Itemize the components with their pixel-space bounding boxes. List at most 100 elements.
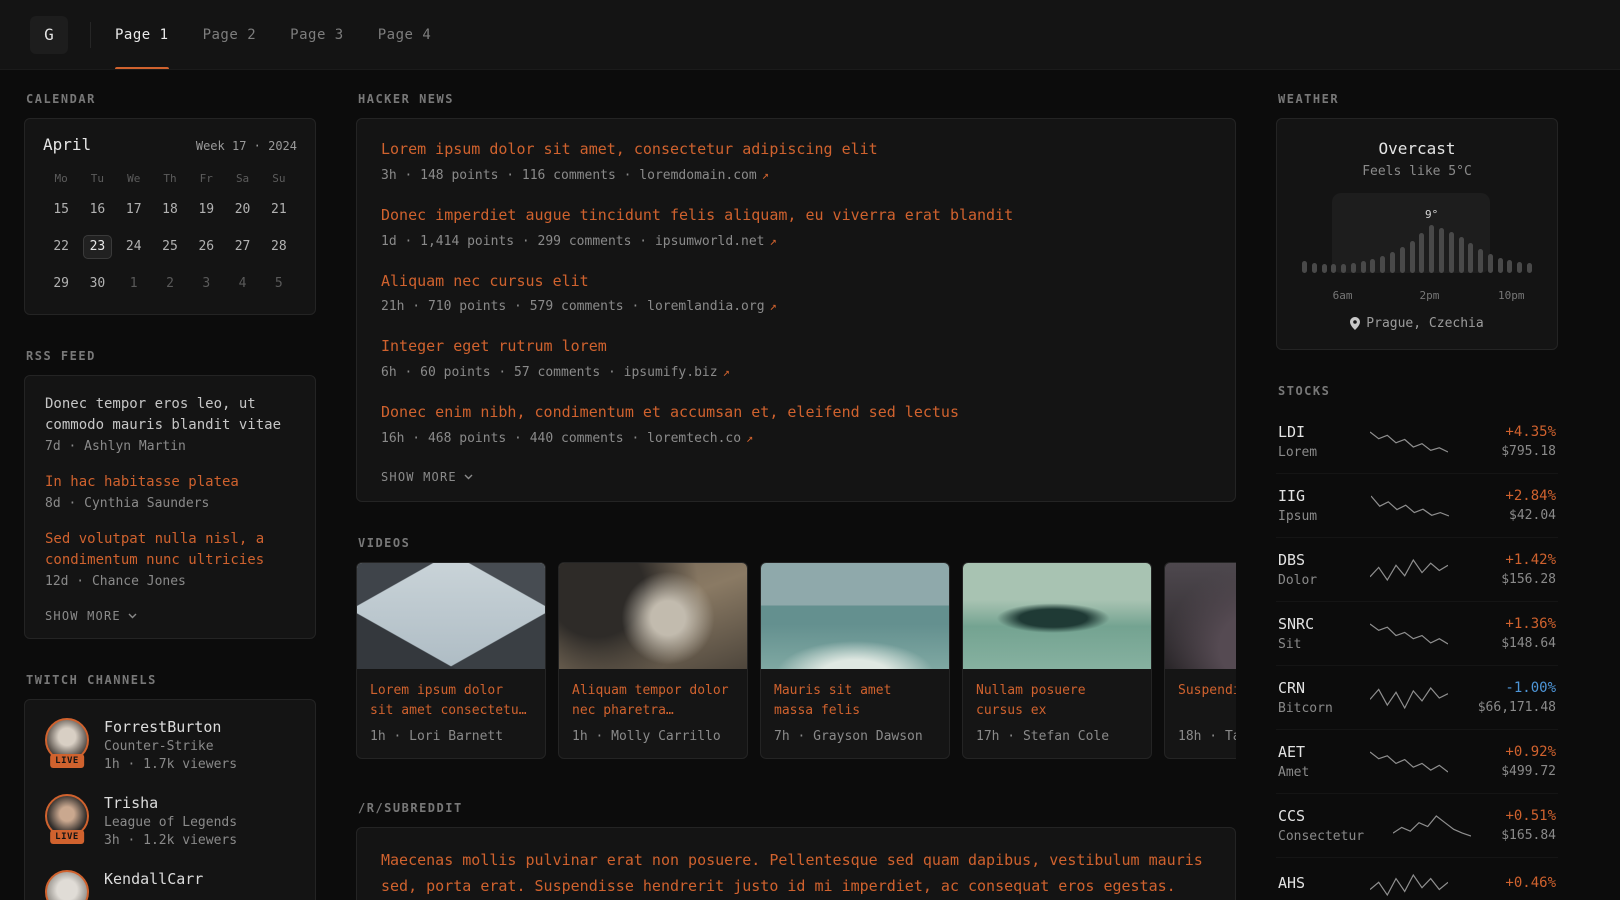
video-card[interactable]: Aliquam tempor dolor nec pharetra… 1h · … — [558, 562, 748, 759]
post-title-link[interactable]: Maecenas mollis pulvinar erat non posuer… — [381, 848, 1211, 899]
hackernews-show-more-button[interactable]: SHOW MORE — [381, 470, 473, 484]
news-domain-link[interactable]: loremlandia.org — [647, 299, 764, 314]
video-title-link[interactable]: Nullam posuere cursus ex — [976, 681, 1138, 721]
news-item: Lorem ipsum dolor sit amet, consectetur … — [381, 139, 1211, 183]
logo-divider — [90, 22, 91, 48]
rss-item: In hac habitasse platea 8d · Cynthia Sau… — [45, 472, 295, 511]
rss-item-title[interactable]: Sed volutpat nulla nisl, a condimentum n… — [45, 529, 295, 571]
stock-values: +0.51% $165.84 — [1473, 808, 1556, 843]
weather-hour-label: 10pm — [1498, 289, 1525, 302]
tab-page-4[interactable]: Page 4 — [378, 0, 432, 69]
video-card[interactable]: Suspendisse diam 18h · Tara — [1164, 562, 1236, 759]
calendar-day: 29 — [43, 272, 79, 296]
tab-page-1[interactable]: Page 1 — [115, 0, 169, 69]
stock-price: $66,171.48 — [1450, 700, 1556, 715]
stock-row[interactable]: IIG Ipsum +2.84% $42.04 — [1276, 474, 1558, 538]
video-title-link[interactable]: Lorem ipsum dolor sit amet consectetu… — [370, 681, 532, 721]
rss-box: Donec tempor eros leo, ut commodo mauris… — [24, 375, 316, 639]
stock-change: -1.00% — [1450, 680, 1556, 696]
calendar-day-today: 23 — [79, 235, 115, 259]
sparkline-chart — [1370, 749, 1448, 775]
video-title-link[interactable]: Aliquam tempor dolor nec pharetra… — [572, 681, 734, 721]
news-domain-link[interactable]: ipsumworld.net — [655, 234, 765, 249]
news-title-link[interactable]: Lorem ipsum dolor sit amet, consectetur … — [381, 139, 1211, 161]
stock-sparkline — [1371, 492, 1451, 520]
rss-item-meta: 12d · Chance Jones — [45, 574, 295, 589]
calendar-day: 20 — [224, 198, 260, 222]
weather-bar — [1380, 256, 1385, 273]
stock-row[interactable]: CCS Consectetur +0.51% $165.84 — [1276, 794, 1558, 858]
news-title-link[interactable]: Integer eget rutrum lorem — [381, 336, 1211, 358]
news-title-link[interactable]: Donec imperdiet augue tincidunt felis al… — [381, 205, 1211, 227]
stock-name: Consectetur — [1278, 829, 1393, 844]
stock-row[interactable]: SNRC Sit +1.36% $148.64 — [1276, 602, 1558, 666]
chevron-down-icon — [128, 613, 137, 619]
video-thumbnail — [761, 563, 949, 669]
news-title-link[interactable]: Aliquam nec cursus elit — [381, 271, 1211, 293]
weekday-label: Mo — [43, 172, 79, 185]
weekday-label: Th — [152, 172, 188, 185]
stock-row[interactable]: AHS +0.46% — [1276, 858, 1558, 900]
rss-item-title[interactable]: In hac habitasse platea — [45, 472, 295, 493]
external-link-icon: ↗ — [770, 234, 777, 248]
calendar-header: April Week 17 · 2024 — [43, 135, 297, 154]
weather-bar — [1370, 259, 1375, 273]
news-meta: 16h · 468 points · 440 comments · loremt… — [381, 431, 1211, 446]
weather-bar — [1390, 252, 1395, 273]
news-domain-link[interactable]: loremdomain.com — [639, 168, 756, 183]
video-card-body: Lorem ipsum dolor sit amet consectetu… 1… — [357, 669, 545, 758]
location-pin-icon — [1350, 317, 1360, 330]
video-card[interactable]: Nullam posuere cursus ex 17h · Stefan Co… — [962, 562, 1152, 759]
stock-row[interactable]: LDI Lorem +4.35% $795.18 — [1276, 410, 1558, 474]
hackernews-section-title: HACKER NEWS — [358, 92, 1236, 106]
weekday-label: Tu — [79, 172, 115, 185]
twitch-channel-row[interactable]: LIVE Trisha League of Legends 3h · 1.2k … — [45, 794, 295, 848]
weather-bar: 9° — [1429, 225, 1434, 273]
video-meta: 1h · Molly Carrillo — [572, 729, 734, 744]
twitch-channel-row[interactable]: KendallCarr — [45, 870, 295, 900]
news-domain-link[interactable]: ipsumify.biz — [624, 365, 718, 380]
stock-sparkline — [1370, 871, 1450, 899]
calendar-day: 24 — [116, 235, 152, 259]
video-thumbnail — [357, 563, 545, 669]
video-card[interactable]: Lorem ipsum dolor sit amet consectetu… 1… — [356, 562, 546, 759]
news-meta: 1d · 1,414 points · 299 comments · ipsum… — [381, 234, 1211, 249]
sparkline-chart — [1371, 493, 1449, 519]
news-domain-link[interactable]: loremtech.co — [647, 431, 741, 446]
rss-show-more-button[interactable]: SHOW MORE — [45, 609, 137, 623]
stock-change: +0.51% — [1473, 808, 1556, 824]
stock-symbol: IIG — [1278, 487, 1371, 505]
avatar-wrap: LIVE — [45, 794, 89, 838]
news-title-link[interactable]: Donec enim nibh, condimentum et accumsan… — [381, 402, 1211, 424]
channel-game: Counter-Strike — [104, 739, 237, 754]
hackernews-widget: HACKER NEWS Lorem ipsum dolor sit amet, … — [356, 92, 1236, 502]
channel-name[interactable]: KendallCarr — [104, 870, 203, 888]
meta-separator: · — [624, 168, 640, 183]
tab-page-3[interactable]: Page 3 — [290, 0, 344, 69]
channel-name[interactable]: ForrestBurton — [104, 718, 237, 736]
stock-row[interactable]: AET Amet +0.92% $499.72 — [1276, 730, 1558, 794]
weekday-label: We — [116, 172, 152, 185]
sparkline-chart — [1370, 685, 1448, 711]
stock-row[interactable]: DBS Dolor +1.42% $156.28 — [1276, 538, 1558, 602]
video-title-link[interactable]: Mauris sit amet massa felis — [774, 681, 936, 721]
video-card[interactable]: Mauris sit amet massa felis 7h · Grayson… — [760, 562, 950, 759]
stock-change: +1.42% — [1450, 552, 1556, 568]
calendar-day-next-month: 5 — [261, 272, 297, 296]
weather-hour-label: 6am — [1333, 289, 1353, 302]
stocks-list: LDI Lorem +4.35% $795.18 IIG Ipsum — [1276, 410, 1558, 900]
meta-separator: · — [631, 299, 647, 314]
page-tabs: Page 1 Page 2 Page 3 Page 4 — [115, 0, 465, 69]
tab-page-2[interactable]: Page 2 — [203, 0, 257, 69]
rss-section-title: RSS FEED — [26, 349, 316, 363]
calendar-day: 19 — [188, 198, 224, 222]
stock-row[interactable]: CRN Bitcorn -1.00% $66,171.48 — [1276, 666, 1558, 730]
rss-item-title[interactable]: Donec tempor eros leo, ut commodo mauris… — [45, 394, 295, 436]
weather-bar — [1322, 264, 1327, 273]
twitch-channel-row[interactable]: LIVE ForrestBurton Counter-Strike 1h · 1… — [45, 718, 295, 772]
twitch-box: LIVE ForrestBurton Counter-Strike 1h · 1… — [24, 699, 316, 900]
calendar-day: 21 — [261, 198, 297, 222]
channel-name[interactable]: Trisha — [104, 794, 237, 812]
stock-id: IIG Ipsum — [1278, 487, 1371, 524]
video-title-link[interactable]: Suspendisse diam — [1178, 681, 1236, 721]
